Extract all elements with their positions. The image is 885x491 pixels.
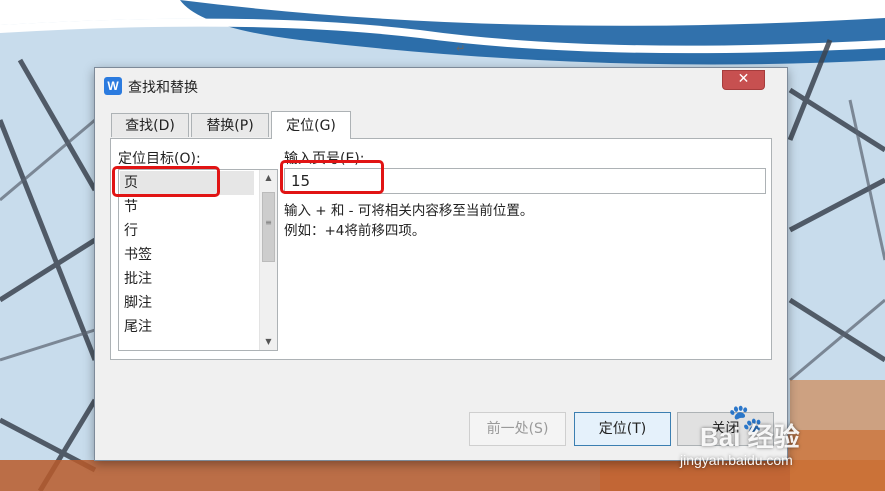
list-item-page[interactable]: 页 (120, 171, 254, 195)
list-item-bookmark[interactable]: 书签 (120, 243, 254, 267)
goto-target-label: 定位目标(O): (118, 151, 201, 167)
dialog-titlebar[interactable]: W 查找和替换 ✕ (95, 68, 787, 102)
close-window-button[interactable]: ✕ (722, 70, 765, 90)
goto-button[interactable]: 定位(T) (574, 412, 671, 446)
list-item-endnote[interactable]: 尾注 (120, 315, 254, 339)
scroll-thumb[interactable]: ≡ (262, 192, 275, 262)
list-item-comment[interactable]: 批注 (120, 267, 254, 291)
paragraph-mark: ↵ (456, 42, 466, 55)
wps-writer-icon: W (104, 77, 122, 95)
watermark-brand: Bai 经验 (700, 422, 800, 452)
hint-text-1: 输入 + 和 - 可将相关内容移至当前位置。 (284, 203, 534, 219)
list-item-footnote[interactable]: 脚注 (120, 291, 254, 315)
tab-find[interactable]: 查找(D) (111, 113, 189, 137)
scroll-up-arrow-icon[interactable]: ▲ (260, 170, 277, 186)
watermark-url: jingyan.baidu.com (680, 452, 793, 468)
hint-text-2: 例如：+4将前移四项。 (284, 223, 426, 239)
previous-button[interactable]: 前一处(S) (469, 412, 566, 446)
page-number-input[interactable] (284, 168, 766, 194)
grip-icon: ≡ (265, 218, 272, 227)
baidu-jingyan-watermark: 🐾 Bai 经验 jingyan.baidu.com (678, 402, 878, 482)
close-icon: ✕ (737, 71, 750, 87)
page-number-label: 输入页号(E): (284, 151, 365, 167)
list-scrollbar[interactable]: ▲ ≡ ▼ (259, 170, 277, 350)
list-item-line[interactable]: 行 (120, 219, 254, 243)
tab-goto[interactable]: 定位(G) (271, 111, 351, 139)
goto-target-list[interactable]: 页 节 行 书签 批注 脚注 尾注 ▲ ≡ ▼ (118, 169, 278, 351)
goto-panel: 定位目标(O): 页 节 行 书签 批注 脚注 尾注 ▲ ≡ ▼ 输入页号(E)… (110, 138, 772, 360)
list-item-section[interactable]: 节 (120, 195, 254, 219)
scroll-down-arrow-icon[interactable]: ▼ (260, 334, 277, 350)
dialog-title: 查找和替换 (128, 80, 198, 96)
tab-replace[interactable]: 替换(P) (191, 113, 269, 137)
